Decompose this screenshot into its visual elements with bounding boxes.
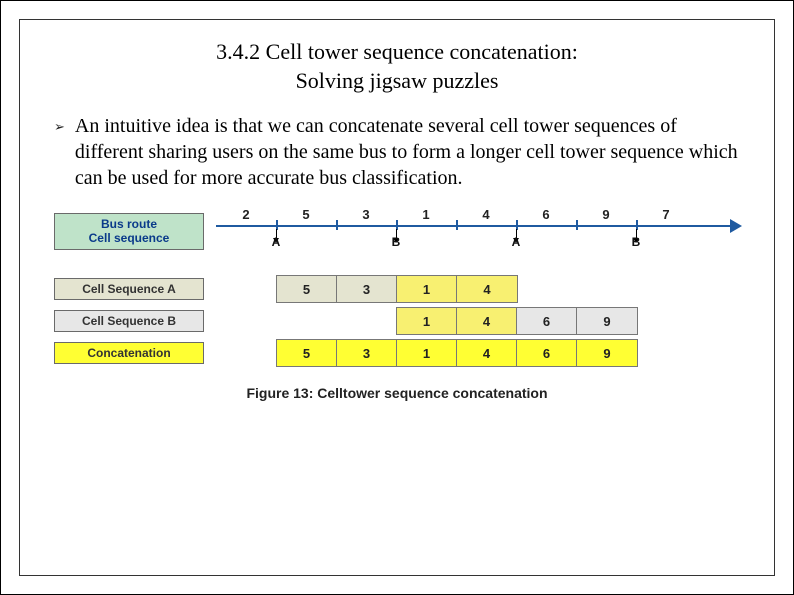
marker-b2: B <box>632 235 641 249</box>
slide-title: 3.4.2 Cell tower sequence concatenation:… <box>48 38 746 95</box>
route-cell-5: 6 <box>542 207 549 222</box>
bus-route-track: 2 5 3 1 4 6 9 7 A B <box>216 211 740 251</box>
figure-area: Bus route Cell sequence 2 5 3 1 4 6 9 7 <box>48 205 746 411</box>
tick <box>456 220 458 230</box>
concat-row: Concatenation 5 3 1 4 6 9 <box>54 339 740 367</box>
route-cell-2: 3 <box>362 207 369 222</box>
title-line-2: Solving jigsaw puzzles <box>48 67 746 96</box>
concat-cells: 5 3 1 4 6 9 <box>276 339 638 367</box>
seq-a-cell-1: 3 <box>337 276 397 302</box>
seq-b-cell-1: 4 <box>457 308 517 334</box>
marker-b1: B <box>392 235 401 249</box>
arrowhead-icon <box>730 219 742 233</box>
seq-a-cell-2: 1 <box>397 276 457 302</box>
seq-b-cell-2: 6 <box>517 308 577 334</box>
bus-route-label-l1: Bus route <box>101 217 157 231</box>
seq-b-label: Cell Sequence B <box>54 310 204 332</box>
marker-a1: A <box>272 235 281 249</box>
tick <box>576 220 578 230</box>
route-cell-3: 1 <box>422 207 429 222</box>
tick <box>336 220 338 230</box>
seq-b-cells: 1 4 6 9 <box>396 307 638 335</box>
route-cell-4: 4 <box>482 207 489 222</box>
seq-a-row: Cell Sequence A 5 3 1 4 <box>54 275 740 303</box>
slide-frame: 3.4.2 Cell tower sequence concatenation:… <box>19 19 775 576</box>
bullet-text: An intuitive idea is that we can concate… <box>75 113 740 191</box>
bullet-item: ➢ An intuitive idea is that we can conca… <box>48 113 746 191</box>
route-cell-6: 9 <box>602 207 609 222</box>
concat-cell-3: 4 <box>457 340 517 366</box>
route-cell-1: 5 <box>302 207 309 222</box>
seq-a-cell-3: 4 <box>457 276 517 302</box>
concat-cell-1: 3 <box>337 340 397 366</box>
concat-cell-2: 1 <box>397 340 457 366</box>
marker-a2: A <box>512 235 521 249</box>
figure-caption: Figure 13: Celltower sequence concatenat… <box>54 385 740 401</box>
bus-route-label: Bus route Cell sequence <box>54 213 204 250</box>
bus-route-row: Bus route Cell sequence 2 5 3 1 4 6 9 7 <box>54 211 740 251</box>
title-line-1: 3.4.2 Cell tower sequence concatenation: <box>48 38 746 67</box>
axis-line <box>216 225 734 227</box>
concat-cell-4: 6 <box>517 340 577 366</box>
seq-b-cell-3: 9 <box>577 308 637 334</box>
bus-route-label-l2: Cell sequence <box>89 231 170 245</box>
concat-cell-0: 5 <box>277 340 337 366</box>
seq-b-cell-0: 1 <box>397 308 457 334</box>
seq-b-row: Cell Sequence B 1 4 6 9 <box>54 307 740 335</box>
seq-a-cell-0: 5 <box>277 276 337 302</box>
seq-a-label: Cell Sequence A <box>54 278 204 300</box>
bullet-marker-icon: ➢ <box>54 119 65 135</box>
seq-a-cells: 5 3 1 4 <box>276 275 518 303</box>
concat-cell-5: 9 <box>577 340 637 366</box>
concat-label: Concatenation <box>54 342 204 364</box>
route-cell-0: 2 <box>242 207 249 222</box>
route-cell-7: 7 <box>662 207 669 222</box>
